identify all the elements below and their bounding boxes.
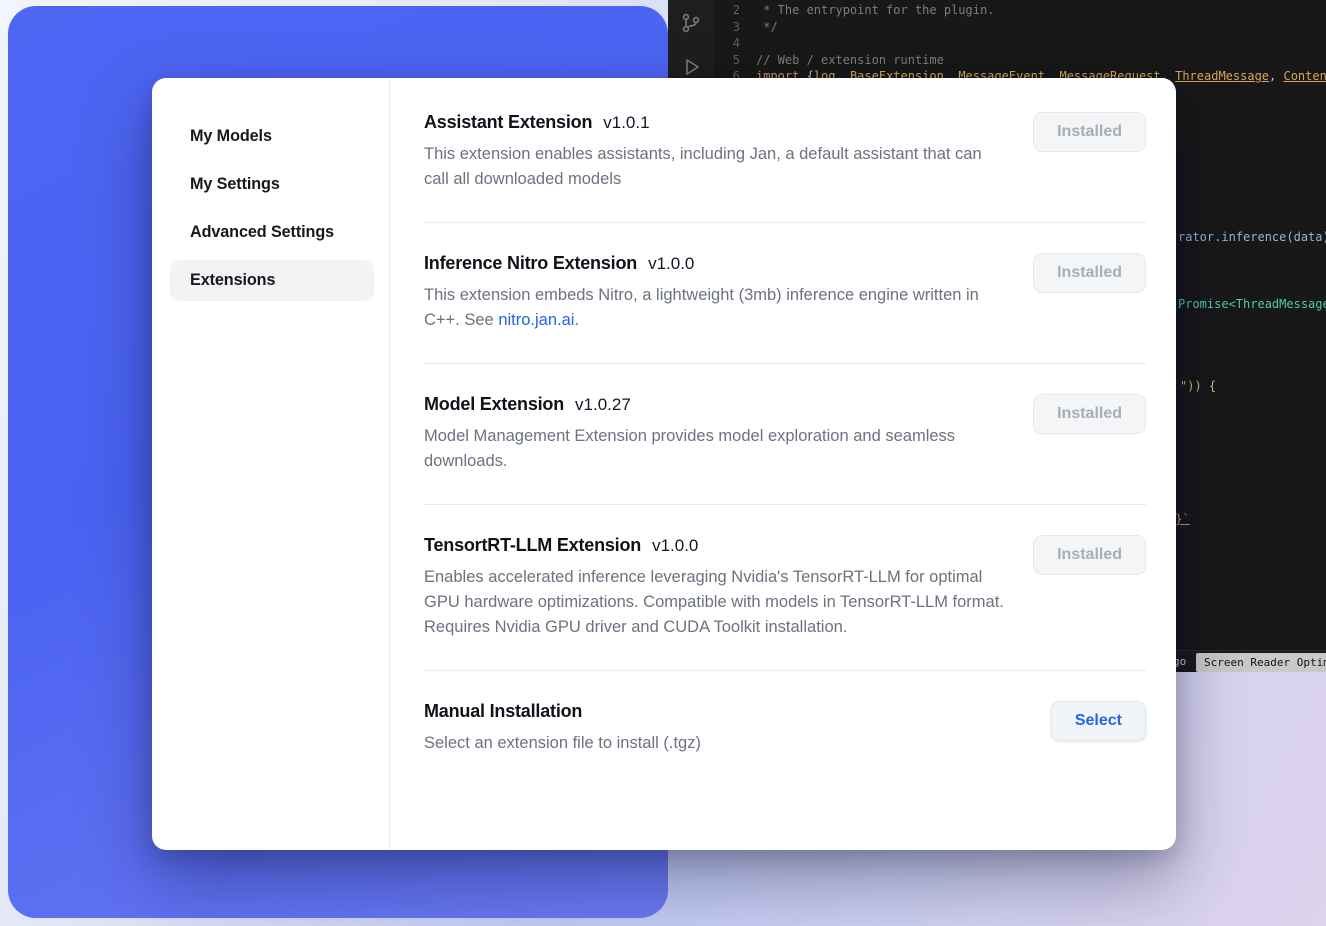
editor-code-lines: 2 * The entrypoint for the plugin.3 */4 … [714, 2, 1326, 85]
code-fragment: rator.inference(data)); [1178, 229, 1326, 245]
extension-row-model: Model Extension v1.0.27 Model Management… [424, 364, 1146, 504]
code-fragment: Promise<ThreadMessage> [1178, 296, 1326, 312]
settings-sidebar: My Models My Settings Advanced Settings … [152, 78, 390, 850]
sidebar-item-my-models[interactable]: My Models [170, 116, 374, 157]
select-file-button[interactable]: Select [1051, 701, 1146, 741]
screen-reader-optimized-chip[interactable]: Screen Reader Optimized [1196, 653, 1326, 672]
extension-title: Assistant Extension [424, 112, 592, 133]
code-fragment: ")) { [1180, 378, 1216, 394]
code-line: 4 [714, 35, 1326, 52]
extension-description: This extension enables assistants, inclu… [424, 142, 1009, 192]
extension-version: v1.0.0 [652, 536, 698, 556]
extension-version: v1.0.0 [648, 254, 694, 274]
code-line: 3 */ [714, 19, 1326, 36]
extension-description: Enables accelerated inference leveraging… [424, 565, 1009, 640]
extension-version: v1.0.1 [603, 113, 649, 133]
run-debug-icon[interactable] [678, 54, 704, 80]
manual-installation-description: Select an extension file to install (.tg… [424, 731, 701, 756]
extensions-list: Assistant Extension v1.0.1 This extensio… [390, 78, 1176, 850]
installed-button[interactable]: Installed [1033, 253, 1146, 293]
extension-description: This extension embeds Nitro, a lightweig… [424, 283, 1009, 333]
sidebar-item-advanced-settings[interactable]: Advanced Settings [170, 212, 374, 253]
installed-button[interactable]: Installed [1033, 394, 1146, 434]
sidebar-item-my-settings[interactable]: My Settings [170, 164, 374, 205]
extension-title: TensortRT-LLM Extension [424, 535, 641, 556]
source-control-icon[interactable] [678, 10, 704, 36]
extension-row-assistant: Assistant Extension v1.0.1 This extensio… [424, 106, 1146, 222]
extension-description: Model Management Extension provides mode… [424, 424, 1009, 474]
extension-row-tensorrt: TensortRT-LLM Extension v1.0.0 Enables a… [424, 505, 1146, 670]
settings-modal: My Models My Settings Advanced Settings … [152, 78, 1176, 850]
extension-title: Inference Nitro Extension [424, 253, 637, 274]
installed-button[interactable]: Installed [1033, 535, 1146, 575]
installed-button[interactable]: Installed [1033, 112, 1146, 152]
extension-version: v1.0.27 [575, 395, 631, 415]
description-text: . [574, 311, 579, 329]
code-line: 5// Web / extension runtime [714, 52, 1326, 69]
extension-title: Model Extension [424, 394, 564, 415]
manual-installation-row: Manual Installation Select an extension … [424, 671, 1146, 786]
extension-row-nitro: Inference Nitro Extension v1.0.0 This ex… [424, 223, 1146, 363]
nitro-jan-ai-link[interactable]: nitro.jan.ai [498, 311, 574, 329]
code-line: 2 * The entrypoint for the plugin. [714, 2, 1326, 19]
manual-installation-title: Manual Installation [424, 701, 582, 722]
sidebar-item-extensions[interactable]: Extensions [170, 260, 374, 301]
